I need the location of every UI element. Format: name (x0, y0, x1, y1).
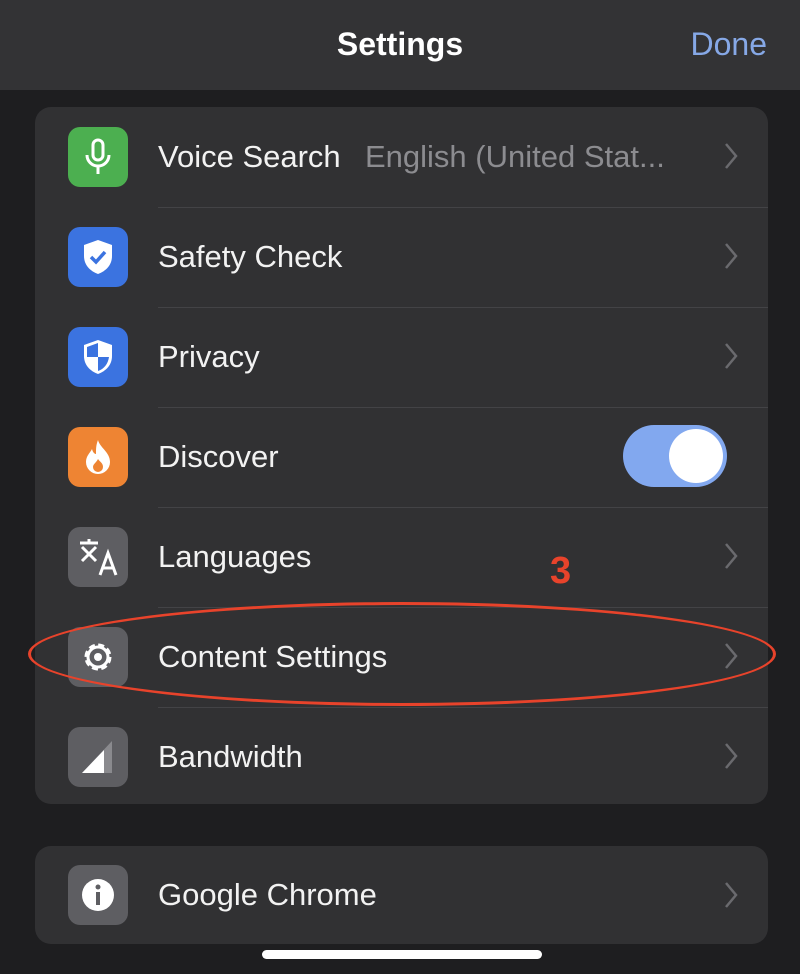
shield-icon (68, 327, 128, 387)
translate-icon (68, 527, 128, 587)
voice-search-value: English (United Stat... (365, 139, 665, 174)
shield-check-icon (68, 227, 128, 287)
about-group: Google Chrome (35, 846, 768, 944)
languages-row[interactable]: Languages (35, 507, 768, 607)
privacy-label: Privacy (158, 339, 260, 374)
safety-check-label: Safety Check (158, 239, 343, 274)
discover-row: Discover (35, 407, 768, 507)
bandwidth-label: Bandwidth (158, 739, 303, 774)
chevron-right-icon (725, 743, 738, 769)
info-icon (68, 865, 128, 925)
annotation-highlight-oval (28, 602, 776, 706)
google-chrome-row[interactable]: Google Chrome (35, 846, 768, 944)
flame-icon (68, 427, 128, 487)
chevron-right-icon (725, 543, 738, 569)
nav-bar: Settings Done (0, 0, 800, 90)
annotation-step-number: 3 (550, 550, 572, 592)
safety-check-row[interactable]: Safety Check (35, 207, 768, 307)
microphone-icon (68, 127, 128, 187)
voice-search-row[interactable]: Voice Search English (United Stat... (35, 107, 768, 207)
home-indicator[interactable] (262, 950, 542, 959)
chevron-right-icon (725, 882, 738, 908)
discover-toggle[interactable] (623, 425, 727, 487)
privacy-row[interactable]: Privacy (35, 307, 768, 407)
discover-label: Discover (158, 439, 279, 474)
chevron-right-icon (725, 343, 738, 369)
voice-search-label: Voice Search (158, 139, 341, 174)
done-button[interactable]: Done (691, 26, 768, 63)
languages-label: Languages (158, 539, 312, 574)
chevron-right-icon (725, 143, 738, 169)
chevron-right-icon (725, 243, 738, 269)
signal-icon (68, 727, 128, 787)
toggle-knob (669, 429, 723, 483)
page-title: Settings (336, 26, 464, 62)
google-chrome-label: Google Chrome (158, 877, 377, 912)
bandwidth-row[interactable]: Bandwidth (35, 707, 768, 804)
